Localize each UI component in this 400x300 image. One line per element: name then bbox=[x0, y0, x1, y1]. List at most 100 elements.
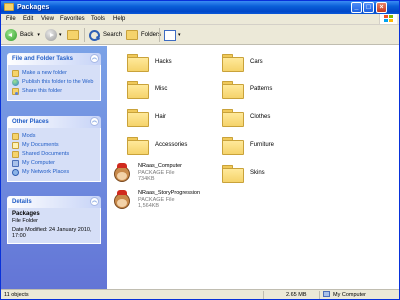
computer-icon bbox=[12, 160, 19, 167]
folder-icon bbox=[222, 81, 244, 99]
documents-icon bbox=[12, 142, 19, 149]
folder-item-skins[interactable]: Skins bbox=[222, 165, 265, 183]
file-item-nraas-storyprogression[interactable]: NRaas_StoryProgression PACKAGE File 1,56… bbox=[112, 190, 200, 212]
file-size: 1,564KB bbox=[138, 203, 160, 209]
share-folder-icon bbox=[12, 88, 19, 95]
up-folder-button[interactable] bbox=[67, 28, 79, 42]
folder-icon bbox=[222, 109, 244, 127]
details-folder-type: File Folder bbox=[12, 218, 38, 224]
place-label: My Documents bbox=[22, 142, 59, 148]
menu-favorites[interactable]: Favorites bbox=[60, 16, 85, 23]
place-my-network-places[interactable]: My Network Places bbox=[12, 169, 96, 176]
details-panel: Details ︽ Packages File Folder Date Modi… bbox=[7, 196, 101, 244]
folder-item-hacks[interactable]: Hacks bbox=[127, 54, 172, 72]
task-pane: File and Folder Tasks ︽ Make a new folde… bbox=[1, 46, 107, 289]
back-label: Back bbox=[20, 32, 34, 38]
status-divider bbox=[263, 291, 264, 299]
menu-help[interactable]: Help bbox=[113, 16, 125, 23]
status-divider bbox=[319, 291, 320, 299]
panel-header[interactable]: Details ︽ bbox=[7, 196, 101, 208]
folder-icon bbox=[127, 54, 149, 72]
search-icon bbox=[89, 29, 100, 41]
search-button[interactable]: Search bbox=[89, 28, 122, 42]
file-info: NRaas_StoryProgression PACKAGE File 1,56… bbox=[138, 190, 200, 210]
forward-button[interactable]: ▾ bbox=[45, 28, 62, 42]
minimize-button[interactable]: _ bbox=[351, 2, 362, 13]
collapse-chevron-icon[interactable]: ︽ bbox=[90, 197, 99, 206]
status-bar: 11 objects 2.65 MB My Computer bbox=[1, 289, 399, 299]
task-share-folder[interactable]: Share this folder bbox=[12, 88, 96, 95]
folder-item-furniture[interactable]: Furniture bbox=[222, 137, 275, 155]
file-item-nraas-computer[interactable]: NRaas_Computer PACKAGE File 734KB bbox=[112, 163, 182, 185]
menu-tools[interactable]: Tools bbox=[91, 16, 105, 23]
details-folder-name: Packages bbox=[12, 211, 40, 217]
task-make-new-folder[interactable]: Make a new folder bbox=[12, 70, 96, 77]
back-arrow-icon bbox=[5, 29, 17, 41]
panel-body: Mods My Documents Shared Documents My Co… bbox=[7, 128, 101, 182]
folder-icon bbox=[4, 3, 14, 11]
place-label: My Network Places bbox=[22, 169, 70, 175]
folder-label: Patterns bbox=[250, 86, 273, 92]
chevron-down-icon: ▾ bbox=[178, 32, 181, 38]
status-location: My Computer bbox=[333, 292, 367, 298]
file-name: NRaas_StoryProgression bbox=[138, 190, 201, 196]
folder-item-misc[interactable]: Misc bbox=[127, 81, 168, 99]
panel-title: Details bbox=[12, 199, 32, 205]
place-label: Shared Documents bbox=[22, 151, 70, 157]
collapse-chevron-icon[interactable]: ︽ bbox=[90, 117, 99, 126]
close-button[interactable]: × bbox=[376, 2, 387, 13]
window-title: Packages bbox=[17, 4, 50, 11]
folder-item-hair[interactable]: Hair bbox=[127, 109, 167, 127]
folder-label: Hacks bbox=[155, 59, 172, 65]
folders-icon bbox=[126, 30, 138, 40]
menu-file[interactable]: File bbox=[6, 16, 16, 23]
views-icon bbox=[164, 29, 176, 41]
folder-label: Cars bbox=[250, 59, 263, 65]
task-publish-folder[interactable]: Publish this folder to the Web bbox=[12, 79, 96, 86]
folder-item-accessories[interactable]: Accessories bbox=[127, 137, 187, 155]
globe-icon bbox=[12, 79, 19, 86]
maximize-button[interactable]: □ bbox=[363, 2, 374, 13]
new-folder-icon bbox=[12, 70, 19, 77]
menu-edit[interactable]: Edit bbox=[23, 16, 33, 23]
title-bar[interactable]: Packages _ □ × bbox=[1, 1, 399, 14]
folder-label: Hair bbox=[155, 114, 167, 120]
menu-view[interactable]: View bbox=[41, 16, 54, 23]
file-info: NRaas_Computer PACKAGE File 734KB bbox=[138, 163, 182, 183]
collapse-chevron-icon[interactable]: ︽ bbox=[90, 54, 99, 63]
folder-icon bbox=[127, 137, 149, 155]
place-my-documents[interactable]: My Documents bbox=[12, 142, 96, 149]
toolbar: Back ▾ ▾ Search Folders ▾ bbox=[1, 25, 399, 45]
package-file-icon bbox=[112, 190, 132, 212]
views-button[interactable]: ▾ bbox=[164, 28, 181, 42]
panel-title: File and Folder Tasks bbox=[12, 56, 73, 62]
panel-title: Other Places bbox=[12, 119, 49, 125]
file-list-view[interactable]: Hacks Cars Misc Patterns Hair Clothes Ac… bbox=[107, 46, 399, 289]
status-size: 2.65 MB bbox=[286, 292, 307, 298]
network-icon bbox=[12, 169, 19, 176]
task-label: Share this folder bbox=[22, 88, 63, 94]
folder-icon bbox=[12, 133, 19, 140]
place-my-computer[interactable]: My Computer bbox=[12, 160, 96, 167]
panel-header[interactable]: Other Places ︽ bbox=[7, 116, 101, 128]
toolbar-separator bbox=[84, 28, 85, 42]
place-label: My Computer bbox=[22, 160, 56, 166]
search-label: Search bbox=[103, 32, 123, 38]
details-date-modified: Date Modified: 24 January 2010, 17:00 bbox=[12, 226, 92, 240]
folder-icon bbox=[222, 137, 244, 155]
folders-button[interactable]: Folders bbox=[126, 28, 161, 42]
folder-item-cars[interactable]: Cars bbox=[222, 54, 263, 72]
folder-label: Misc bbox=[155, 86, 168, 92]
file-folder-tasks-panel: File and Folder Tasks ︽ Make a new folde… bbox=[7, 53, 101, 101]
folder-item-clothes[interactable]: Clothes bbox=[222, 109, 270, 127]
panel-header[interactable]: File and Folder Tasks ︽ bbox=[7, 53, 101, 65]
place-label: Mods bbox=[22, 133, 36, 139]
back-button[interactable]: Back ▾ bbox=[5, 28, 40, 42]
other-places-panel: Other Places ︽ Mods My Documents Shared … bbox=[7, 116, 101, 182]
folder-icon bbox=[222, 165, 244, 183]
folder-item-patterns[interactable]: Patterns bbox=[222, 81, 273, 99]
folder-label: Furniture bbox=[250, 142, 275, 148]
place-mods[interactable]: Mods bbox=[12, 133, 96, 140]
folder-icon bbox=[127, 109, 149, 127]
place-shared-documents[interactable]: Shared Documents bbox=[12, 151, 96, 158]
